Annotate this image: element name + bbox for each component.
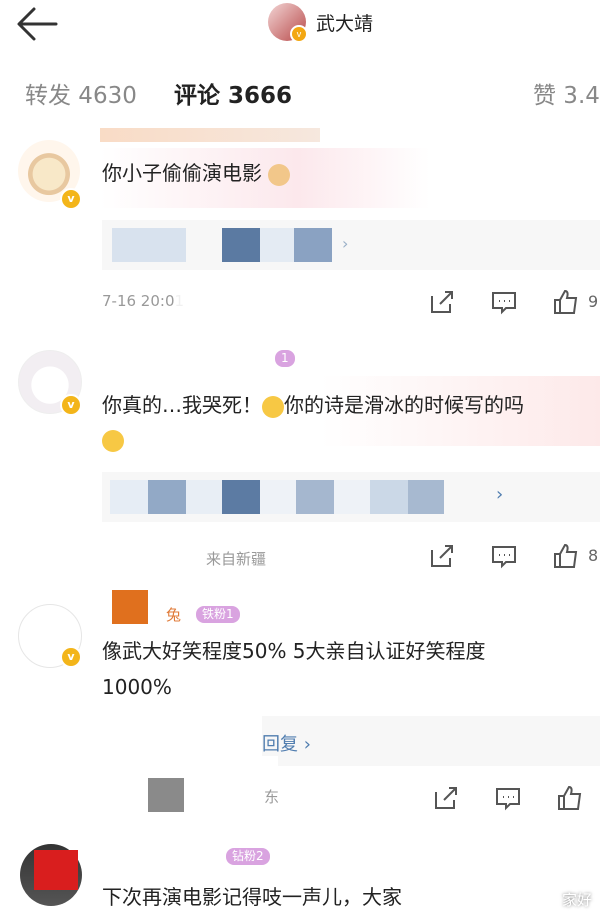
- reply-button[interactable]: [490, 542, 520, 570]
- blurred-nickname: [100, 344, 280, 370]
- reply-preview[interactable]: ›: [102, 472, 600, 522]
- fan-badge: 钻粉2: [226, 848, 270, 865]
- reply-link[interactable]: 回复 ›: [262, 730, 311, 756]
- emoji-icon: [102, 429, 124, 452]
- chevron-right-icon: ›: [496, 484, 504, 505]
- user-header[interactable]: v 武大靖: [268, 0, 373, 44]
- tab-bar: 转发 4630 评论 3666 赞 3.4: [0, 56, 600, 128]
- avatar-mosaic: [34, 850, 78, 890]
- tab-comments[interactable]: 评论 3666: [174, 76, 292, 110]
- blurred-nickname: [108, 838, 218, 866]
- comment-text-line2: 1000%: [102, 675, 172, 699]
- comment-meta: 东: [264, 788, 280, 806]
- nickname: 兔: [166, 606, 182, 624]
- blurred-nickname: [100, 128, 320, 142]
- share-icon: [431, 545, 453, 567]
- like-button[interactable]: [556, 784, 586, 812]
- cat-emoji-icon: [268, 163, 291, 186]
- verified-icon: v: [60, 646, 82, 668]
- thumbs-up-icon: [554, 543, 578, 568]
- comment-text: 你真的…我哭死！ 你的诗是滑冰的时候写的吗: [102, 393, 524, 418]
- reply-button[interactable]: [494, 784, 524, 812]
- avatar[interactable]: v: [268, 3, 308, 43]
- comment-item: v 1 你真的…我哭死！ 你的诗是滑冰的时候写的吗 › 来自新疆 8: [0, 338, 600, 588]
- like-count: 9: [588, 292, 599, 311]
- comment-icon: [492, 546, 516, 569]
- comment-text: 下次再演电影记得吱一声儿，大家: [102, 885, 402, 909]
- verified-icon: v: [290, 25, 308, 43]
- share-button[interactable]: [428, 288, 458, 316]
- comment-item: v 兔 铁粉1 像武大好笑程度50% 5大亲自认证好笑程度 1000% 回复 ›…: [0, 588, 600, 824]
- avatar-mosaic: [148, 778, 184, 812]
- comment-meta: 7-16 20:01: [102, 292, 185, 310]
- comment-meta: 来自新疆: [206, 550, 267, 568]
- fan-badge: 铁粉1: [196, 606, 240, 623]
- reply-button[interactable]: [490, 288, 520, 316]
- comment-icon: [492, 292, 516, 315]
- share-icon: [435, 787, 457, 809]
- username: 武大靖: [316, 12, 374, 35]
- tab-likes[interactable]: 赞 3.4: [533, 76, 600, 110]
- like-count: 8: [588, 546, 599, 565]
- thumbs-up-icon: [554, 289, 578, 314]
- emoji-icon: [262, 395, 284, 418]
- tab-reposts[interactable]: 转发 4630: [25, 76, 137, 110]
- comment-text: 像武大好笑程度50% 5大亲自认证好笑程度: [102, 639, 486, 663]
- comment-text: 你小子偷偷演电影: [102, 156, 291, 190]
- comment-text-line2: [102, 422, 124, 456]
- watermark: 家好: [561, 891, 592, 909]
- share-button[interactable]: [432, 784, 462, 812]
- like-button[interactable]: [552, 542, 582, 570]
- share-icon: [431, 291, 453, 313]
- share-button[interactable]: [428, 542, 458, 570]
- fan-badge: 1: [275, 350, 295, 367]
- like-button[interactable]: [552, 288, 582, 316]
- blurred-location: [175, 288, 295, 312]
- comment-item: v 你小子偷偷演电影 › 7-16 20:01 9: [0, 128, 600, 328]
- blurred-block: [108, 756, 278, 808]
- top-bar: v 武大靖: [0, 0, 600, 57]
- verified-icon: v: [60, 188, 82, 210]
- verified-icon: v: [60, 394, 82, 416]
- avatar-mosaic: [112, 590, 148, 624]
- reply-preview[interactable]: ›: [102, 220, 600, 270]
- arrow-left-icon: [17, 7, 58, 41]
- back-button[interactable]: [14, 4, 62, 44]
- comment-item: 钻粉2 下次再演电影记得吱一声儿，大家: [0, 830, 600, 916]
- comment-icon: [496, 788, 520, 811]
- thumbs-up-icon: [558, 785, 582, 810]
- blurred-date: [100, 544, 190, 568]
- chevron-right-icon: ›: [342, 234, 349, 253]
